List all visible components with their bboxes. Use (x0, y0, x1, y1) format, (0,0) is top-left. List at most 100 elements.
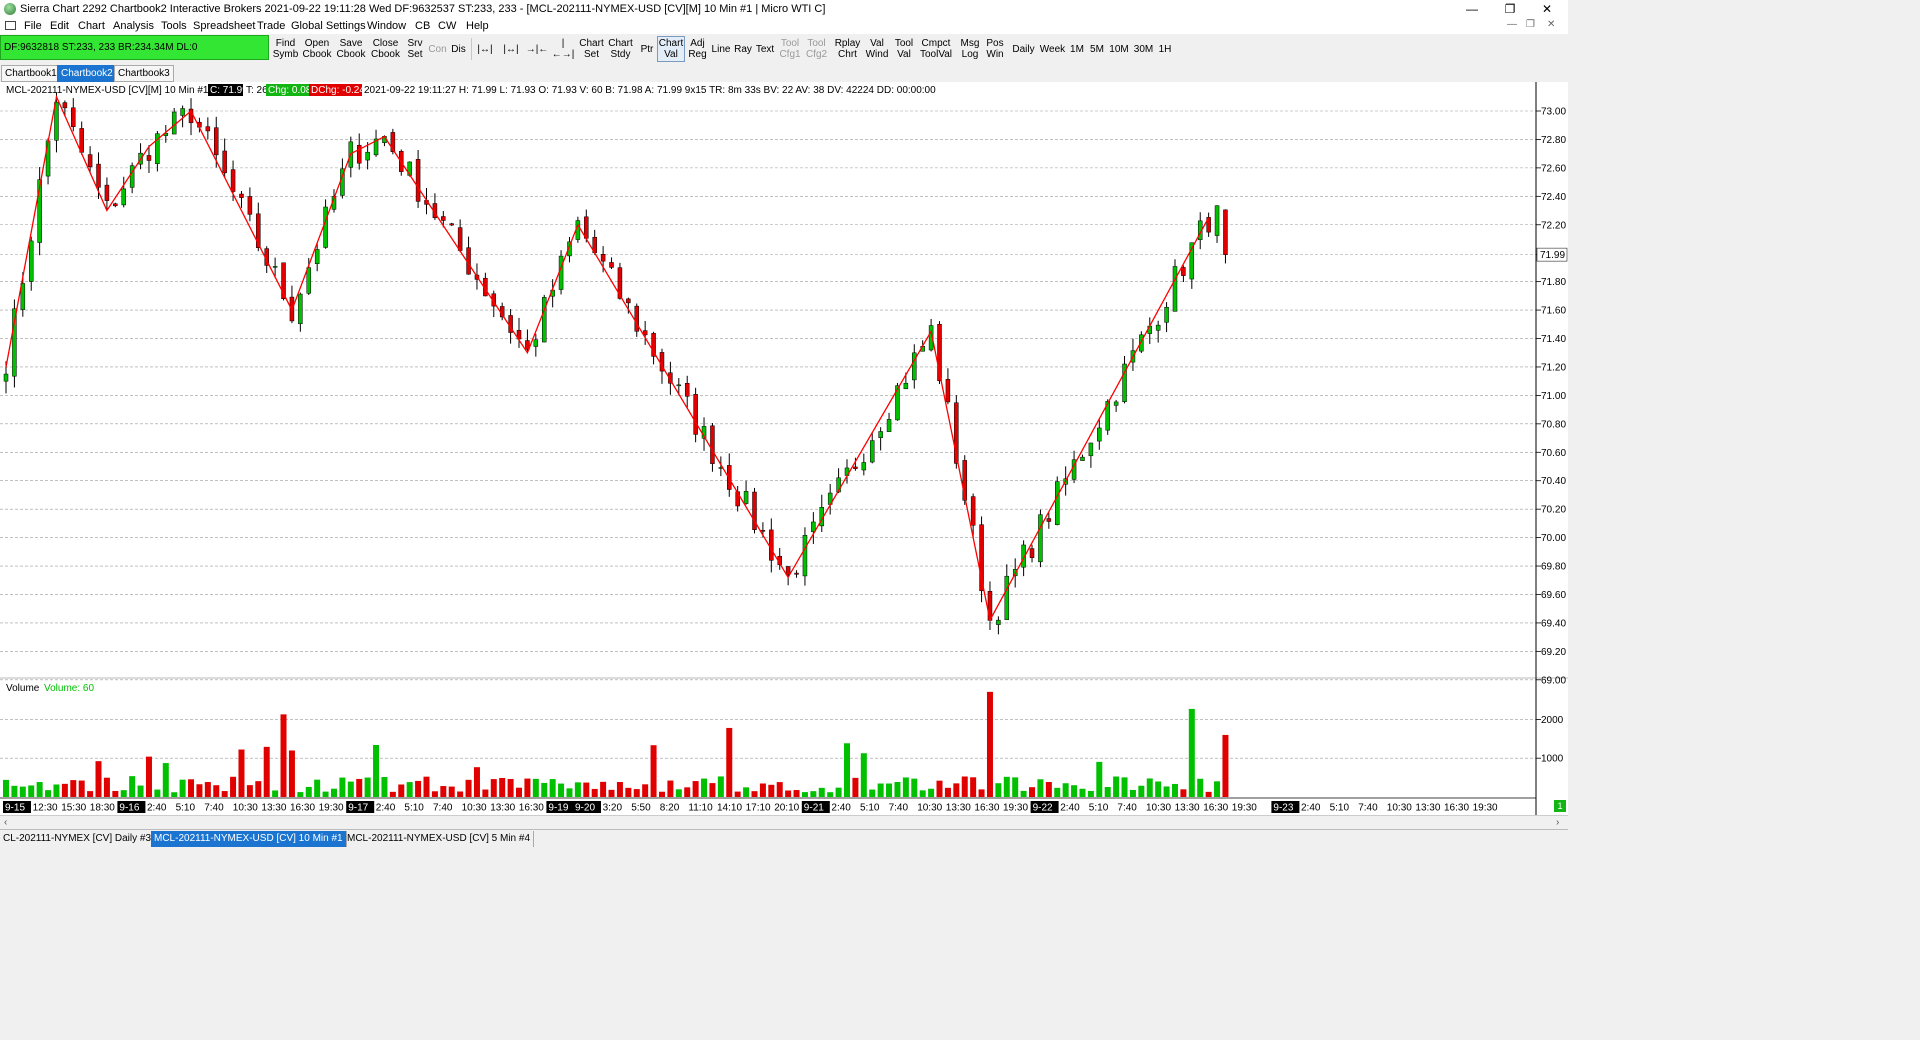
tab-chartbook3[interactable]: Chartbook3 (114, 65, 174, 82)
candle-body (785, 566, 791, 575)
volume-bar (1222, 734, 1229, 797)
time-label: 8:20 (660, 803, 680, 814)
volume-bar (928, 788, 935, 797)
menu-tools[interactable]: Tools (161, 20, 187, 32)
volume-bar (944, 787, 951, 797)
timeframe-week-button[interactable]: Week (1039, 36, 1066, 62)
menu-analysis[interactable]: Analysis (113, 20, 154, 32)
connect-button[interactable]: Con (427, 36, 448, 62)
price-tick-label: 73.00 (1541, 107, 1566, 118)
compact-tool-values-button[interactable]: Cmpct ToolVal (918, 36, 954, 62)
timeframe-30m-button[interactable]: 30M (1132, 36, 1155, 62)
time-label: 19:30 (1003, 803, 1028, 814)
volume-bar (1096, 761, 1103, 797)
chart-compress-icon[interactable]: →|← (525, 36, 549, 62)
menu-cw[interactable]: CW (438, 20, 456, 32)
chart-settings-button[interactable]: Chart Set (578, 36, 605, 62)
system-menu-icon[interactable] (5, 21, 16, 30)
positions-window-button[interactable]: Pos Win (984, 36, 1006, 62)
timeframe-5m-button[interactable]: 5M (1088, 36, 1106, 62)
volume-bar (246, 785, 253, 797)
candle-body (970, 496, 976, 526)
horizontal-scrollbar[interactable]: ‹ › (0, 815, 1568, 829)
price-chart[interactable]: 73.00 72.80 72.60 72.40 72.20 71.99 71.80 71.60… (0, 82, 1568, 815)
volume-value: Volume: 60 (44, 683, 94, 694)
volume-bar (19, 786, 26, 797)
open-chartbook-button[interactable]: Open Cbook (301, 36, 333, 62)
menu-file[interactable]: File (24, 20, 42, 32)
time-label: 19:30 (1232, 803, 1257, 814)
time-label: 17:10 (746, 803, 771, 814)
candle-body (121, 188, 126, 206)
scroll-left-icon[interactable]: ‹ (4, 816, 7, 829)
replay-chart-button[interactable]: Rplay Chrt (833, 36, 862, 62)
volume-bar (103, 777, 110, 797)
close-button[interactable]: ✕ (1527, 0, 1567, 18)
last-price-label: 71.99 (1540, 250, 1565, 261)
menu-trade[interactable]: Trade (257, 20, 285, 32)
menu-chart[interactable]: Chart (78, 20, 105, 32)
disconnect-button[interactable]: Dis (449, 36, 468, 62)
minimize-button[interactable]: — (1452, 0, 1492, 18)
close-value: C: 71.99 (210, 85, 248, 96)
tab-cl-daily[interactable]: CL-202111-NYMEX [CV] Daily #3 (0, 831, 156, 847)
close-chartbook-button[interactable]: Close Cbook (369, 36, 402, 62)
timeframe-1h-button[interactable]: 1H (1157, 36, 1173, 62)
chart-shift-left-icon[interactable]: |↔| (474, 36, 496, 62)
menu-cb[interactable]: CB (415, 20, 430, 32)
adjust-region-button[interactable]: Adj Reg (686, 36, 709, 62)
time-label: 16:30 (1203, 803, 1228, 814)
menu-edit[interactable]: Edit (50, 20, 69, 32)
child-close-button[interactable]: ✕ (1547, 19, 1555, 30)
tool-values-button[interactable]: Tool Val (892, 36, 916, 62)
restore-button[interactable]: ❐ (1490, 0, 1530, 18)
timeframe-10m-button[interactable]: 10M (1107, 36, 1131, 62)
candle-body (298, 293, 303, 324)
find-symbol-button[interactable]: Find Symb (272, 36, 299, 62)
volume-bar (204, 782, 211, 797)
volume-tick-label: 1000 (1541, 754, 1564, 765)
menu-global-settings[interactable]: Global Settings (291, 20, 366, 32)
candle-body (79, 128, 84, 153)
child-minimize-button[interactable]: — (1507, 19, 1517, 30)
volume-bar (1214, 781, 1221, 797)
ray-tool-button[interactable]: Ray (733, 36, 753, 62)
line-tool-button[interactable]: Line (710, 36, 732, 62)
volume-bar (835, 787, 842, 797)
volume-bar (961, 776, 968, 797)
volume-bar (1205, 791, 1212, 797)
pointer-tool-button[interactable]: Ptr (638, 36, 656, 62)
timeframe-1m-button[interactable]: 1M (1068, 36, 1086, 62)
tab-chartbook1[interactable]: Chartbook1 (1, 65, 61, 82)
candle-body (239, 193, 244, 198)
values-window-button[interactable]: Val Wind (864, 36, 890, 62)
chart-expand-icon[interactable]: |↔| (499, 36, 523, 62)
chart-fit-icon[interactable]: |←→| (551, 36, 575, 62)
menu-window[interactable]: Window (367, 20, 406, 32)
connection-status-box[interactable]: DF:9632818 ST:233, 233 BR:234.34M DL:0 (0, 35, 269, 60)
volume-bar (145, 756, 152, 797)
menu-spreadsheet[interactable]: Spreadsheet (193, 20, 255, 32)
volume-bar (1113, 776, 1120, 797)
candle-body (365, 151, 370, 161)
date-label: 9-17 (348, 803, 368, 814)
save-chartbook-button[interactable]: Save Cbook (335, 36, 367, 62)
server-settings-button[interactable]: Srv Set (404, 36, 426, 62)
tab-mcl-5min[interactable]: MCL-202111-NYMEX-USD [CV] 5 Min #4 (344, 831, 535, 847)
chart-studies-button[interactable]: Chart Stdy (607, 36, 634, 62)
child-restore-button[interactable]: ❐ (1526, 19, 1535, 30)
corner-badge[interactable]: 1 (1554, 800, 1566, 812)
timeframe-daily-button[interactable]: Daily (1010, 36, 1037, 62)
tool-config1-button[interactable]: Tool Cfg1 (778, 36, 802, 62)
text-tool-button[interactable]: Text (754, 36, 776, 62)
menu-help[interactable]: Help (466, 20, 489, 32)
candle-body (600, 253, 606, 262)
candle-body (1113, 401, 1119, 406)
scroll-right-icon[interactable]: › (1556, 816, 1559, 829)
chart-values-tool-button[interactable]: Chart Val (657, 36, 685, 62)
tab-chartbook2[interactable]: Chartbook2 (57, 65, 117, 82)
candle-body (1097, 427, 1102, 442)
tab-mcl-10min[interactable]: MCL-202111-NYMEX-USD [CV] 10 Min #1 (151, 831, 347, 847)
message-log-button[interactable]: Msg Log (958, 36, 982, 62)
tool-config2-button[interactable]: Tool Cfg2 (804, 36, 829, 62)
